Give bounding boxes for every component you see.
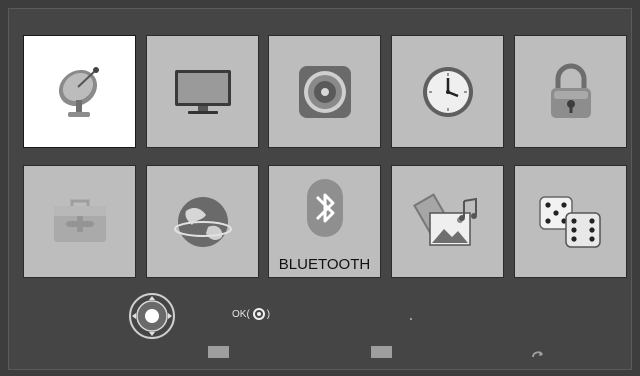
tile-time[interactable]: [391, 35, 504, 148]
dice-icon: [538, 195, 601, 248]
tile-satellite[interactable]: [23, 35, 136, 148]
toolbox-icon: [53, 199, 106, 242]
clock-icon: [422, 66, 473, 117]
tile-picture[interactable]: [146, 35, 259, 148]
tile-games[interactable]: [514, 165, 627, 278]
color-key-left: [208, 346, 229, 358]
tile-tools[interactable]: [23, 165, 136, 278]
bluetooth-icon: [306, 178, 343, 237]
media-photos-icon: [412, 192, 477, 246]
directional-pad-icon: [128, 292, 176, 345]
padlock-icon: [550, 63, 591, 118]
globe-icon: [173, 196, 232, 247]
divider-dot: [410, 318, 412, 320]
tile-network[interactable]: [146, 165, 259, 278]
ok-hint-suffix: ): [266, 308, 271, 320]
tile-sound[interactable]: [268, 35, 381, 148]
return-arrow-icon: [531, 346, 545, 364]
tile-lock[interactable]: [514, 35, 627, 148]
ok-hint: OK( ): [232, 308, 270, 320]
tile-bluetooth[interactable]: BLUETOOTH: [268, 165, 381, 278]
speaker-icon: [298, 65, 351, 118]
ok-button-icon: [252, 308, 265, 320]
tile-label: BLUETOOTH: [278, 256, 371, 273]
color-key-right: [371, 346, 392, 358]
tv-monitor-icon: [174, 69, 231, 114]
ok-hint-prefix: OK(: [232, 308, 250, 320]
tile-media[interactable]: [391, 165, 504, 278]
satellite-dish-icon: [58, 66, 99, 117]
